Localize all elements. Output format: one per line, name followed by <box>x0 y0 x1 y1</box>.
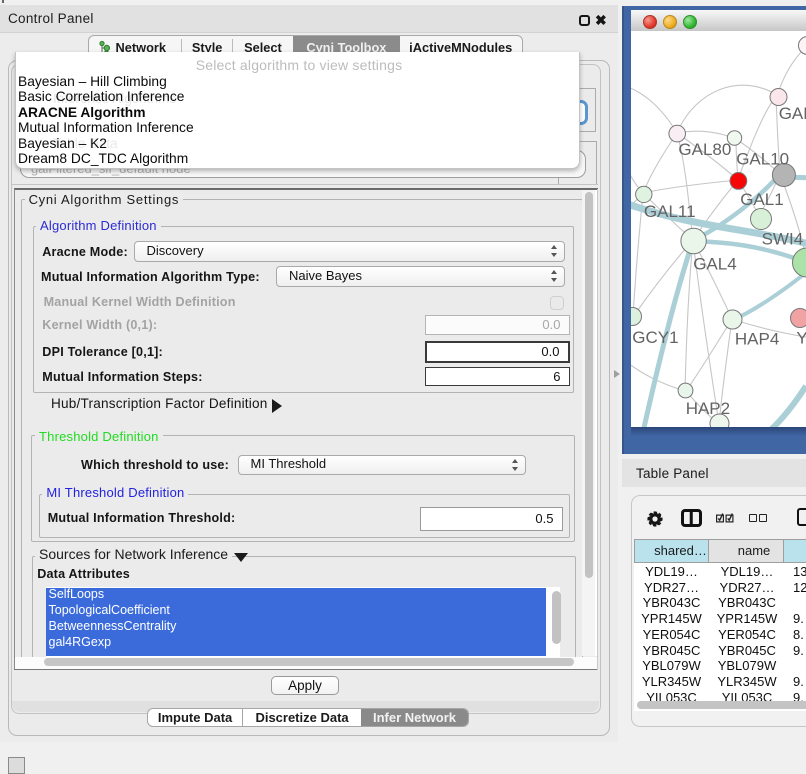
svg-text:GAL10: GAL10 <box>736 150 789 169</box>
svg-text:GAL: GAL <box>779 104 806 123</box>
svg-text:HAP2: HAP2 <box>686 399 730 418</box>
svg-text:GAL4: GAL4 <box>693 255 736 274</box>
svg-text:HAP4: HAP4 <box>735 329 779 348</box>
svg-text:GAL80: GAL80 <box>678 140 731 159</box>
svg-text:GCY1: GCY1 <box>632 328 678 347</box>
svg-text:SWI4: SWI4 <box>762 230 804 249</box>
svg-text:GAL1: GAL1 <box>740 190 783 209</box>
svg-text:GAL11: GAL11 <box>644 202 696 221</box>
svg-text:Y: Y <box>796 328 806 347</box>
